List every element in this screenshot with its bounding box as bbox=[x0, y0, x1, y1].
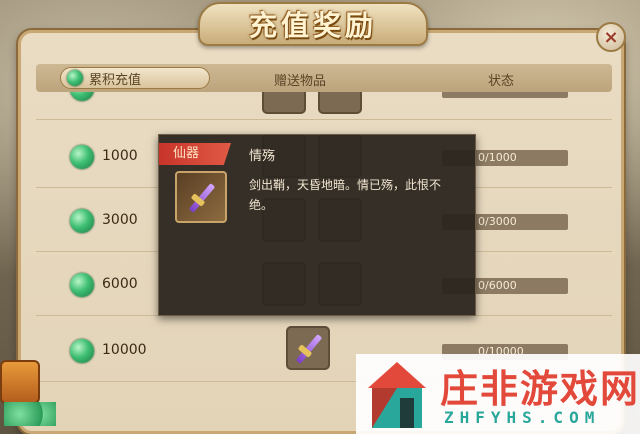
header-gifts-label: 赠送物品 bbox=[274, 74, 327, 89]
jade-gem-icon bbox=[70, 92, 94, 101]
header-status-label: 状态 bbox=[488, 74, 515, 89]
close-icon: × bbox=[603, 26, 619, 48]
gift-item-slot[interactable] bbox=[262, 92, 306, 114]
row-status-bar bbox=[442, 92, 568, 98]
jade-gem-icon bbox=[70, 273, 94, 297]
item-rarity-tag: 仙器 bbox=[159, 143, 231, 165]
panel-title: 充值奖励 bbox=[248, 9, 377, 42]
watermark-subtitle: ZHFYHS.COM bbox=[444, 408, 601, 427]
item-name: 情殇 bbox=[249, 149, 276, 164]
jade-gem-icon bbox=[67, 70, 83, 86]
jade-gem-icon bbox=[70, 145, 94, 169]
jade-gem-icon bbox=[70, 339, 94, 363]
jade-coins-icon bbox=[4, 402, 56, 426]
watermark-title: 庄非游戏网 bbox=[440, 367, 640, 411]
item-icon-frame bbox=[175, 171, 227, 223]
treasure-chest-icon bbox=[0, 360, 40, 404]
purple-sword-icon bbox=[183, 179, 219, 215]
gift-item-slot[interactable] bbox=[318, 92, 362, 114]
header-amount-label: 累积充值 bbox=[89, 72, 142, 88]
panel-title-plate: 充值奖励 bbox=[198, 2, 428, 46]
site-watermark: 庄非游戏网 ZHFYHS.COM bbox=[356, 354, 640, 434]
purple-sword-icon bbox=[290, 330, 326, 366]
row-amount: 10000 bbox=[102, 342, 147, 358]
close-button[interactable]: × bbox=[596, 22, 626, 52]
header-amount-tab[interactable]: 累积充值 bbox=[60, 67, 210, 89]
jade-gem-icon bbox=[70, 209, 94, 233]
house-logo-icon bbox=[368, 362, 426, 428]
row-amount: 500 bbox=[102, 92, 129, 96]
table-header: 累积充值 赠送物品 状态 bbox=[36, 64, 612, 92]
row-amount: 6000 bbox=[102, 276, 138, 292]
item-tooltip: 仙器 情殇 剑出鞘，天昏地暗。情已殇，此恨不绝。 bbox=[158, 134, 476, 316]
item-description: 剑出鞘，天昏地暗。情已殇，此恨不绝。 bbox=[249, 178, 442, 212]
gift-item-slot[interactable] bbox=[286, 326, 330, 370]
table-row: 500 bbox=[36, 92, 612, 120]
row-amount: 3000 bbox=[102, 212, 138, 228]
row-amount: 1000 bbox=[102, 148, 138, 164]
